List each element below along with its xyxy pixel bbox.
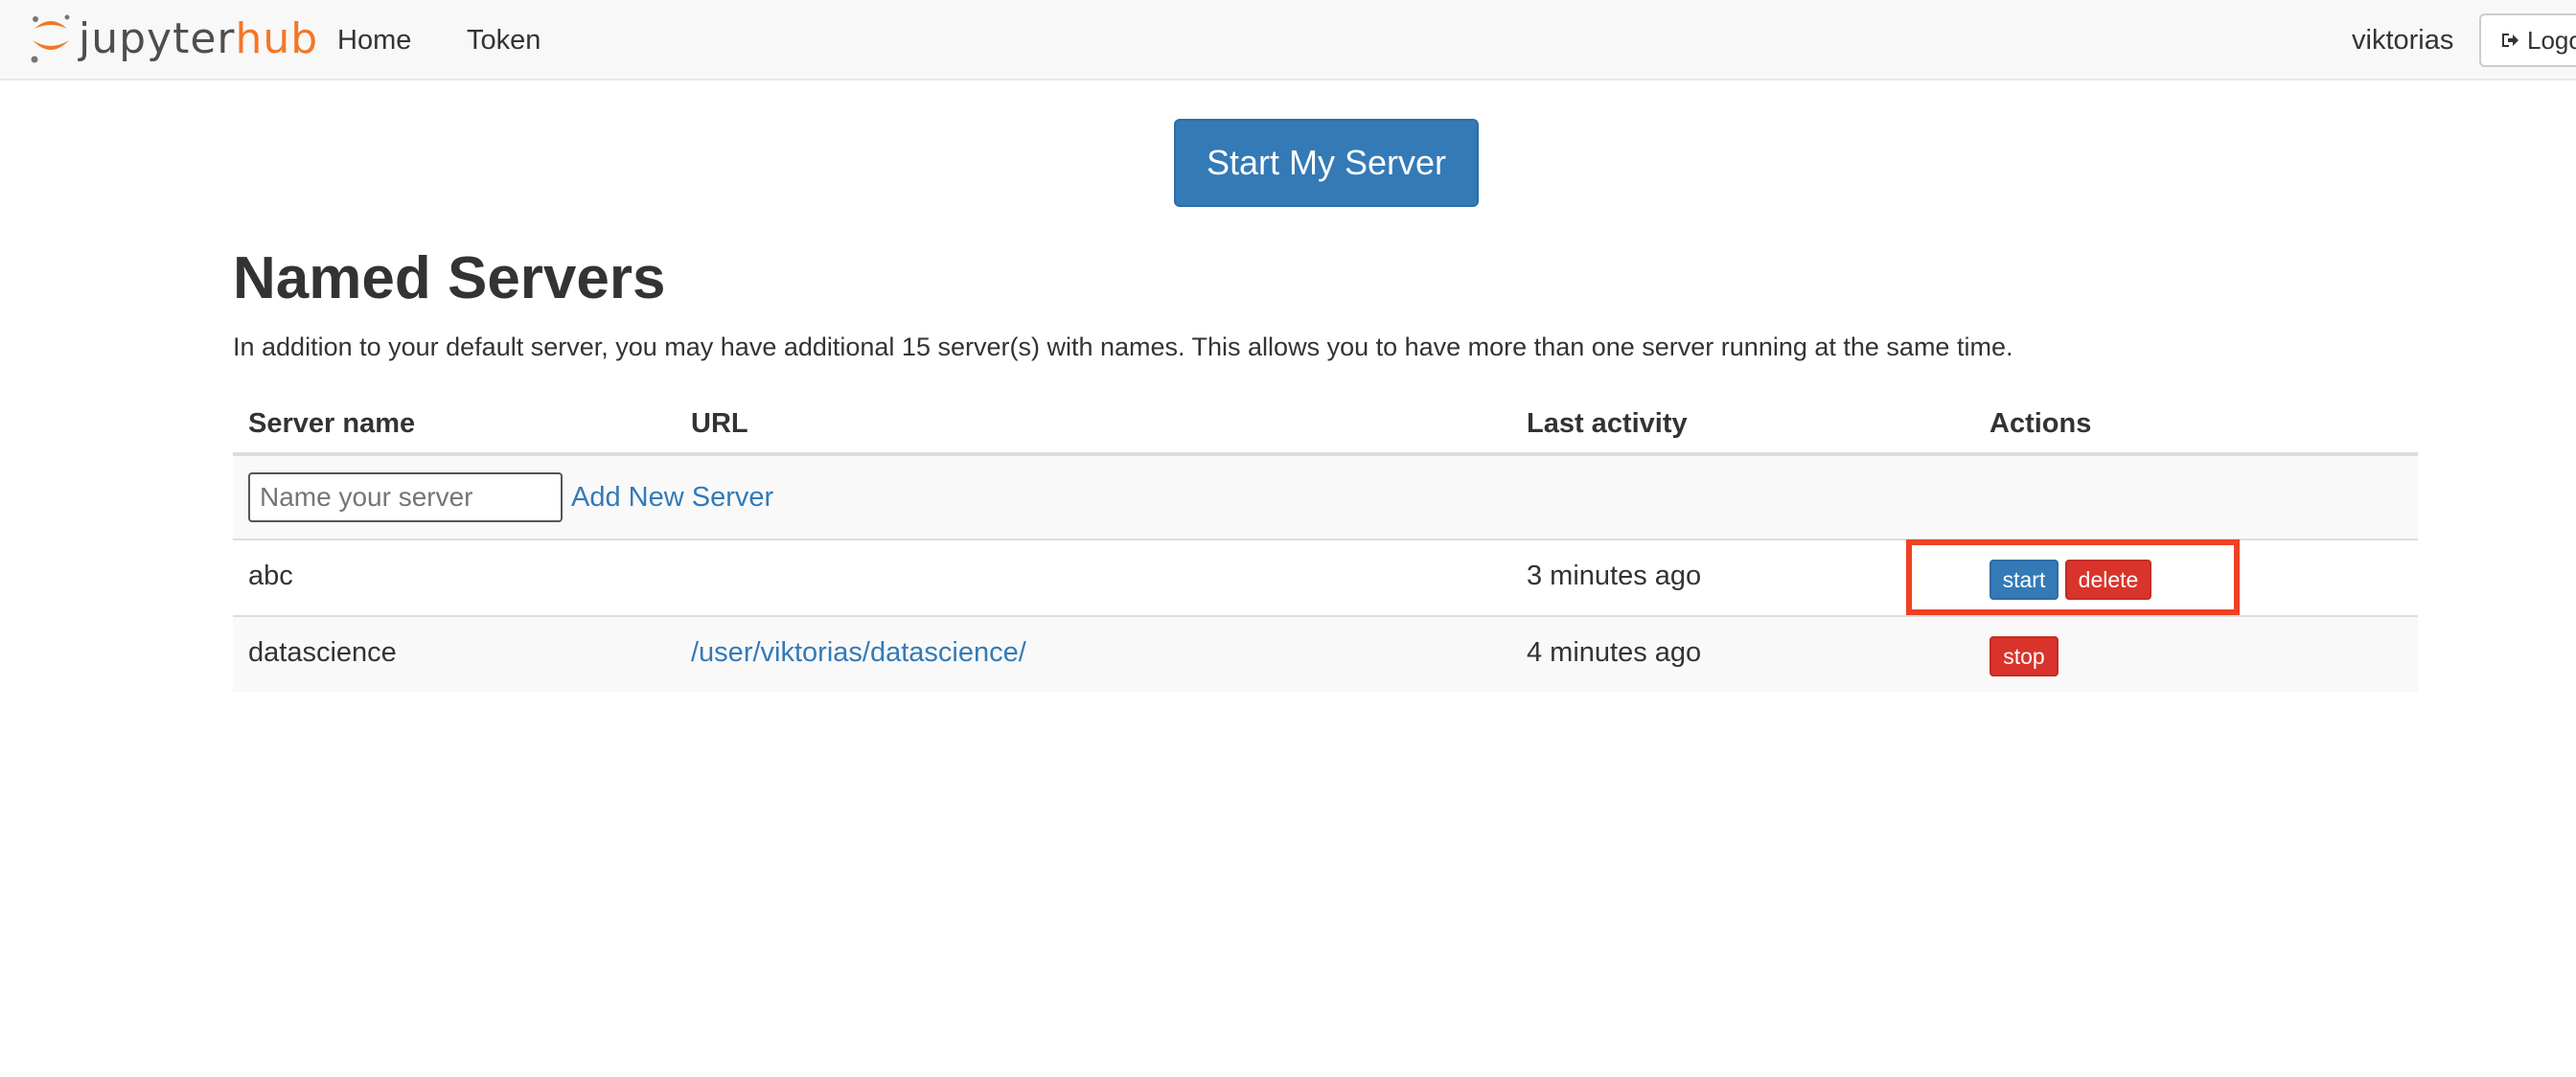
column-header-last-activity: Last activity (1527, 408, 1688, 439)
brand-hub-text: hub (235, 13, 319, 63)
jupyterhub-logo[interactable]: jupyter hub (27, 10, 318, 67)
table-row: datascience /user/viktorias/datascience/… (233, 615, 2418, 692)
delete-server-button[interactable]: delete (2065, 560, 2151, 600)
navbar: jupyter hub Home Token viktorias Logo (0, 0, 2576, 80)
column-header-server-name: Server name (248, 408, 416, 439)
nav-home-link[interactable]: Home (337, 21, 411, 59)
jupyter-logo-icon (31, 14, 70, 63)
column-header-actions: Actions (1990, 408, 2092, 439)
brand-jupyter-text: jupyter (79, 13, 236, 63)
column-header-url: URL (691, 408, 748, 439)
named-servers-description: In addition to your default server, you … (233, 332, 2013, 361)
last-activity: 4 minutes ago (1527, 637, 1702, 668)
page-title: Named Servers (233, 245, 666, 311)
last-activity: 3 minutes ago (1527, 561, 1702, 591)
add-new-server-link[interactable]: Add New Server (571, 479, 773, 516)
username: viktorias (2352, 25, 2454, 56)
server-url-link[interactable]: /user/viktorias/datascience/ (691, 634, 1026, 671)
nav-token-link[interactable]: Token (467, 21, 540, 59)
server-name: datascience (248, 637, 397, 668)
start-server-button[interactable]: start (1990, 560, 2058, 600)
sign-out-icon (2502, 34, 2518, 47)
logout-label: Logo (2527, 25, 2576, 55)
server-name-input[interactable] (248, 472, 563, 522)
logout-button[interactable]: Logo (2479, 13, 2576, 67)
stop-server-button[interactable]: stop (1990, 636, 2058, 676)
start-my-server-button[interactable]: Start My Server (1174, 119, 1479, 207)
server-name: abc (248, 561, 293, 591)
table-row: abc 3 minutes ago start delete (233, 538, 2418, 615)
new-server-row: Add New Server (233, 456, 2418, 542)
